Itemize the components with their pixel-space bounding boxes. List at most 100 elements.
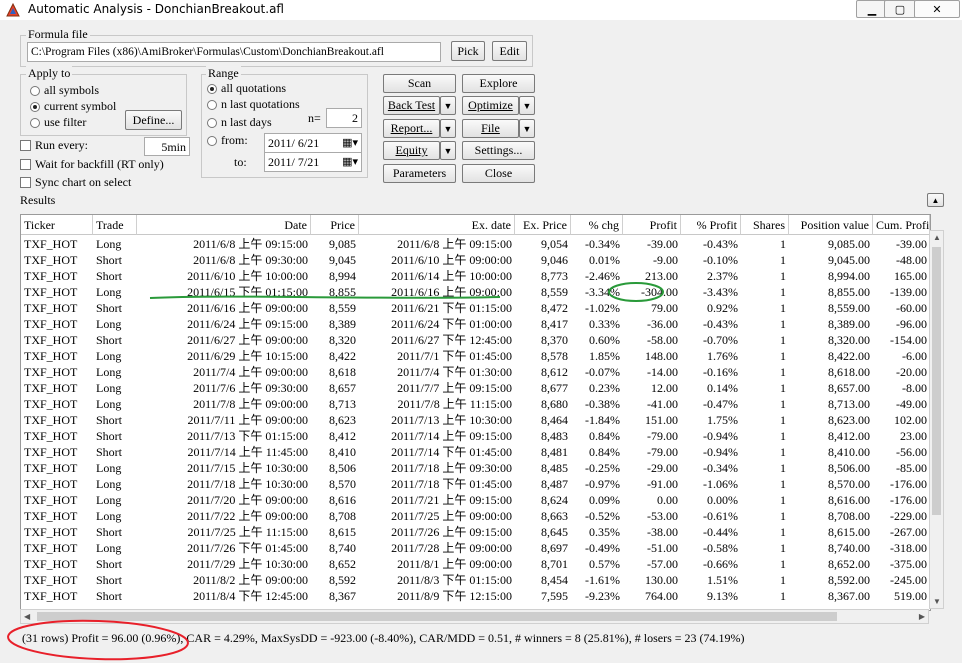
use-filter-radio[interactable] xyxy=(30,118,40,128)
apply-to-label: Apply to xyxy=(26,66,73,81)
report-dropdown[interactable]: ▼ xyxy=(440,119,456,138)
cell-trade: Short xyxy=(96,557,123,571)
from-radio[interactable] xyxy=(207,136,217,146)
vertical-scrollbar[interactable]: ▲ ▼ xyxy=(929,230,944,609)
scroll-right-icon[interactable]: ▶ xyxy=(919,612,925,621)
scan-button[interactable]: Scan xyxy=(383,74,456,93)
wait-backfill-checkbox[interactable] xyxy=(20,159,31,170)
close-window-button[interactable]: ✕ xyxy=(914,0,960,18)
current-symbol-radio[interactable] xyxy=(30,102,40,112)
table-row[interactable]: TXF_HOT Short 2011/6/10 上午 10:00:00 8,994 20… xyxy=(21,268,930,284)
column-header-pct-chg[interactable]: % chg xyxy=(571,215,623,235)
table-row[interactable]: TXF_HOT Short 2011/6/27 上午 09:00:00 8,320 20… xyxy=(21,332,930,348)
all-symbols-radio[interactable] xyxy=(30,86,40,96)
settings-button[interactable]: Settings... xyxy=(462,141,535,160)
cell-profit: 764.00 xyxy=(645,589,678,603)
table-row[interactable]: TXF_HOT Long 2011/7/26 下午 01:45:00 8,740 201… xyxy=(21,540,930,556)
back-test-button[interactable]: Back Test xyxy=(383,96,440,115)
calendar-icon[interactable]: ▦▾ xyxy=(342,153,358,171)
calendar-icon[interactable]: ▦▾ xyxy=(342,134,358,152)
table-row[interactable]: TXF_HOT Long 2011/6/29 上午 10:15:00 8,422 201… xyxy=(21,348,930,364)
cell-ex-date: 2011/7/8 上午 11:15:00 xyxy=(397,397,512,411)
cell-ticker: TXF_HOT xyxy=(24,333,78,347)
table-row[interactable]: TXF_HOT Long 2011/7/8 上午 09:00:00 8,713 2011… xyxy=(21,396,930,412)
table-row[interactable]: TXF_HOT Long 2011/7/18 上午 10:30:00 8,570 201… xyxy=(21,476,930,492)
cell-date: 2011/7/18 上午 10:30:00 xyxy=(187,477,308,491)
cell-profit: 213.00 xyxy=(645,269,678,283)
file-button[interactable]: File xyxy=(462,119,519,138)
horizontal-scroll-thumb[interactable] xyxy=(37,612,837,621)
cell-cum-profit: -6.00 xyxy=(902,349,927,363)
run-every-interval-input[interactable]: 5min xyxy=(144,137,190,156)
table-row[interactable]: TXF_HOT Long 2011/7/22 上午 09:00:00 8,708 201… xyxy=(21,508,930,524)
vertical-scroll-thumb[interactable] xyxy=(932,247,941,515)
from-date-picker[interactable]: 2011/ 6/21 ▦▾ xyxy=(264,133,362,153)
cell-ex-price: 8,645 xyxy=(541,525,568,539)
column-header-pct-profit[interactable]: % Profit xyxy=(681,215,741,235)
table-row[interactable]: TXF_HOT Short 2011/7/14 上午 11:45:00 8,410 20… xyxy=(21,444,930,460)
table-row[interactable]: TXF_HOT Short 2011/7/13 下午 01:15:00 8,412 20… xyxy=(21,428,930,444)
cell-cum-profit: -375.00 xyxy=(890,557,927,571)
file-dropdown[interactable]: ▼ xyxy=(519,119,535,138)
table-row[interactable]: TXF_HOT Long 2011/7/4 上午 09:00:00 8,618 2011… xyxy=(21,364,930,380)
n-last-quotations-radio[interactable] xyxy=(207,100,217,110)
to-date-picker[interactable]: 2011/ 7/21 ▦▾ xyxy=(264,152,362,172)
results-table[interactable]: Ticker Trade Date Price Ex. date Ex. Price% c… xyxy=(20,214,931,611)
run-every-checkbox[interactable] xyxy=(20,140,31,151)
column-header-profit[interactable]: Profit xyxy=(623,215,681,235)
equity-dropdown[interactable]: ▼ xyxy=(440,141,456,160)
maximize-button[interactable]: ▢ xyxy=(884,0,916,18)
scroll-down-icon[interactable]: ▼ xyxy=(933,597,941,606)
cell-date: 2011/7/22 上午 09:00:00 xyxy=(187,509,308,523)
horizontal-scrollbar[interactable]: ◀ ▶ xyxy=(20,609,929,624)
column-header-shares[interactable]: Shares xyxy=(741,215,789,235)
optimize-dropdown[interactable]: ▼ xyxy=(519,96,535,115)
define-button[interactable]: Define... xyxy=(125,110,182,130)
table-row[interactable]: TXF_HOT Long 2011/7/15 上午 10:30:00 8,506 201… xyxy=(21,460,930,476)
table-row[interactable]: TXF_HOT Long 2011/7/6 上午 09:30:00 8,657 2011… xyxy=(21,380,930,396)
equity-button[interactable]: Equity xyxy=(383,141,440,160)
formula-path-field[interactable]: C:\Program Files (x86)\AmiBroker\Formula… xyxy=(27,42,441,62)
explore-button[interactable]: Explore xyxy=(462,74,535,93)
parameters-button[interactable]: Parameters xyxy=(383,164,456,183)
sync-chart-checkbox[interactable] xyxy=(20,177,31,188)
n-value-input[interactable]: 2 xyxy=(326,108,362,128)
table-row[interactable]: TXF_HOT Short 2011/7/25 上午 11:15:00 8,615 20… xyxy=(21,524,930,540)
scroll-up-icon[interactable]: ▲ xyxy=(933,233,941,242)
cell-trade: Long xyxy=(96,397,122,411)
close-button[interactable]: Close xyxy=(462,164,535,183)
collapse-results-button[interactable]: ▲ xyxy=(927,193,944,207)
triangle-down-icon: ▼ xyxy=(522,123,532,134)
cell-profit: -53.00 xyxy=(647,509,678,523)
table-row[interactable]: TXF_HOT Short 2011/8/4 下午 12:45:00 8,367 201… xyxy=(21,588,930,604)
optimize-button[interactable]: Optimize xyxy=(462,96,519,115)
column-header-cum-profit[interactable]: Cum. Profit xyxy=(873,215,930,235)
column-header-ex-price[interactable]: Ex. Price xyxy=(515,215,571,235)
cell-date: 2011/6/15 下午 01:15:00 xyxy=(187,285,308,299)
column-header-ticker[interactable]: Ticker xyxy=(21,215,93,235)
table-row[interactable]: TXF_HOT Long 2011/7/20 上午 09:00:00 8,616 201… xyxy=(21,492,930,508)
all-quotations-radio[interactable] xyxy=(207,84,217,94)
table-row[interactable]: TXF_HOT Long 2011/6/15 下午 01:15:00 8,855 201… xyxy=(21,284,930,300)
column-header-ex-date[interactable]: Ex. date xyxy=(359,215,515,235)
scroll-left-icon[interactable]: ◀ xyxy=(24,612,30,621)
pick-button[interactable]: Pick xyxy=(451,41,485,61)
column-header-position-value[interactable]: Position value xyxy=(789,215,873,235)
table-row[interactable]: TXF_HOT Short 2011/6/16 上午 09:00:00 8,559 20… xyxy=(21,300,930,316)
cell-date: 2011/7/8 上午 09:00:00 xyxy=(193,397,308,411)
cell-shares: 1 xyxy=(780,525,786,539)
column-header-price[interactable]: Price xyxy=(311,215,359,235)
table-row[interactable]: TXF_HOT Short 2011/6/8 上午 09:30:00 9,045 201… xyxy=(21,252,930,268)
column-header-trade[interactable]: Trade xyxy=(93,215,137,235)
report-button[interactable]: Report... xyxy=(383,119,440,138)
table-row[interactable]: TXF_HOT Short 2011/7/29 上午 10:30:00 8,652 20… xyxy=(21,556,930,572)
n-last-days-radio[interactable] xyxy=(207,118,217,128)
back-test-dropdown[interactable]: ▼ xyxy=(440,96,456,115)
cell-ticker: TXF_HOT xyxy=(24,381,78,395)
table-row[interactable]: TXF_HOT Long 2011/6/8 上午 09:15:00 9,085 2011… xyxy=(21,236,930,252)
table-row[interactable]: TXF_HOT Short 2011/8/2 上午 09:00:00 8,592 201… xyxy=(21,572,930,588)
edit-button[interactable]: Edit xyxy=(492,41,527,61)
column-header-date[interactable]: Date xyxy=(137,215,311,235)
table-row[interactable]: TXF_HOT Short 2011/7/11 上午 09:00:00 8,623 20… xyxy=(21,412,930,428)
table-row[interactable]: TXF_HOT Long 2011/6/24 上午 09:15:00 8,389 201… xyxy=(21,316,930,332)
